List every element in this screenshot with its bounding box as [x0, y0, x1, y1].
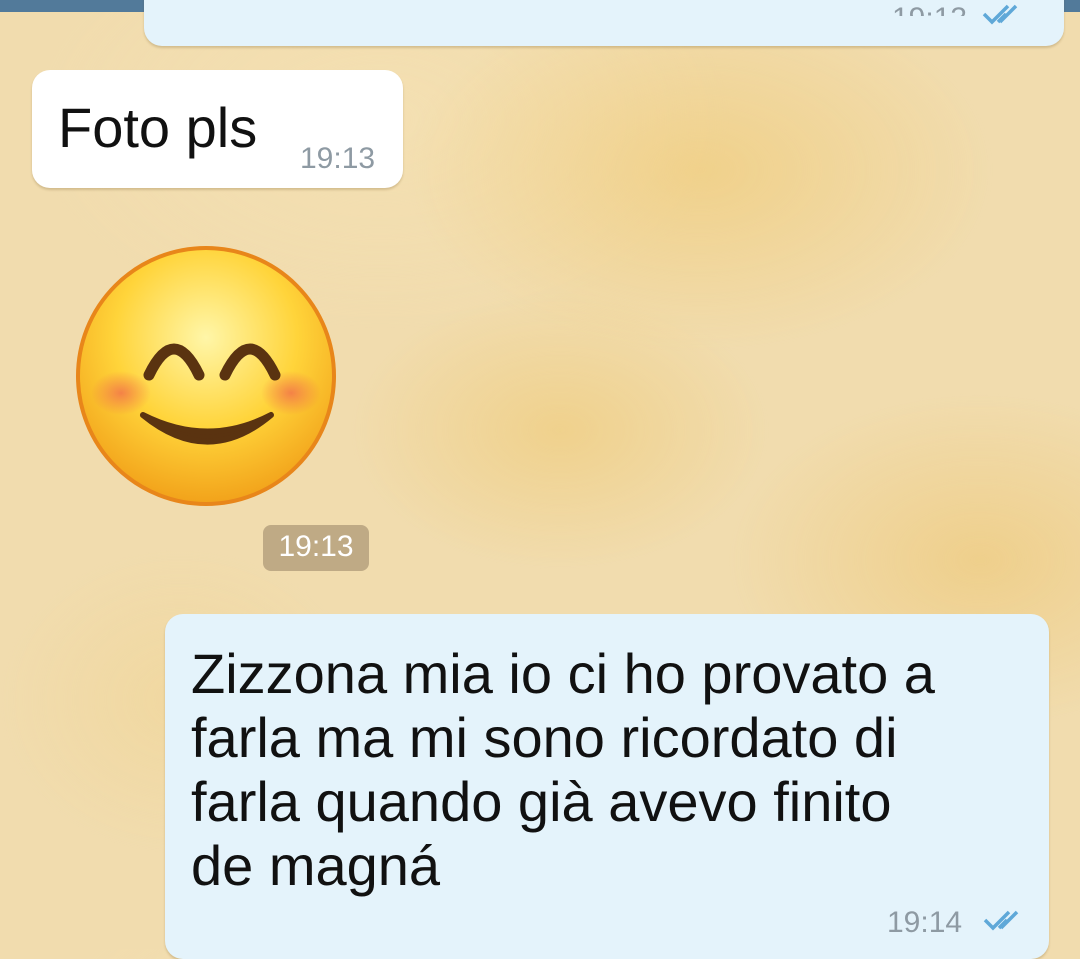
message-line: de magná — [191, 834, 441, 897]
message-line: farla ma mi sono ricordato di — [191, 706, 898, 769]
incoming-message-bubble[interactable]: Foto pls 19:13 — [32, 70, 403, 188]
outgoing-message-bubble[interactable]: 19:13 — [144, 0, 1064, 46]
read-ticks-icon — [983, 910, 1019, 931]
smiling-face-sticker[interactable] — [73, 243, 339, 509]
message-line: Zizzona mia io ci ho provato a — [191, 642, 935, 705]
sticker-time: 19:13 — [263, 525, 369, 571]
message-line: farla quando già avevo finito — [191, 770, 892, 833]
read-ticks-icon — [982, 4, 1018, 25]
message-time: 19:13 — [892, 2, 982, 16]
message-text: Foto pls — [58, 96, 258, 159]
message-text: Zizzona mia io ci ho provato a farla ma … — [191, 642, 935, 898]
message-time: 19:13 — [300, 142, 376, 175]
message-time: 19:14 — [887, 906, 963, 939]
outgoing-message-bubble[interactable]: Zizzona mia io ci ho provato a farla ma … — [165, 614, 1049, 959]
